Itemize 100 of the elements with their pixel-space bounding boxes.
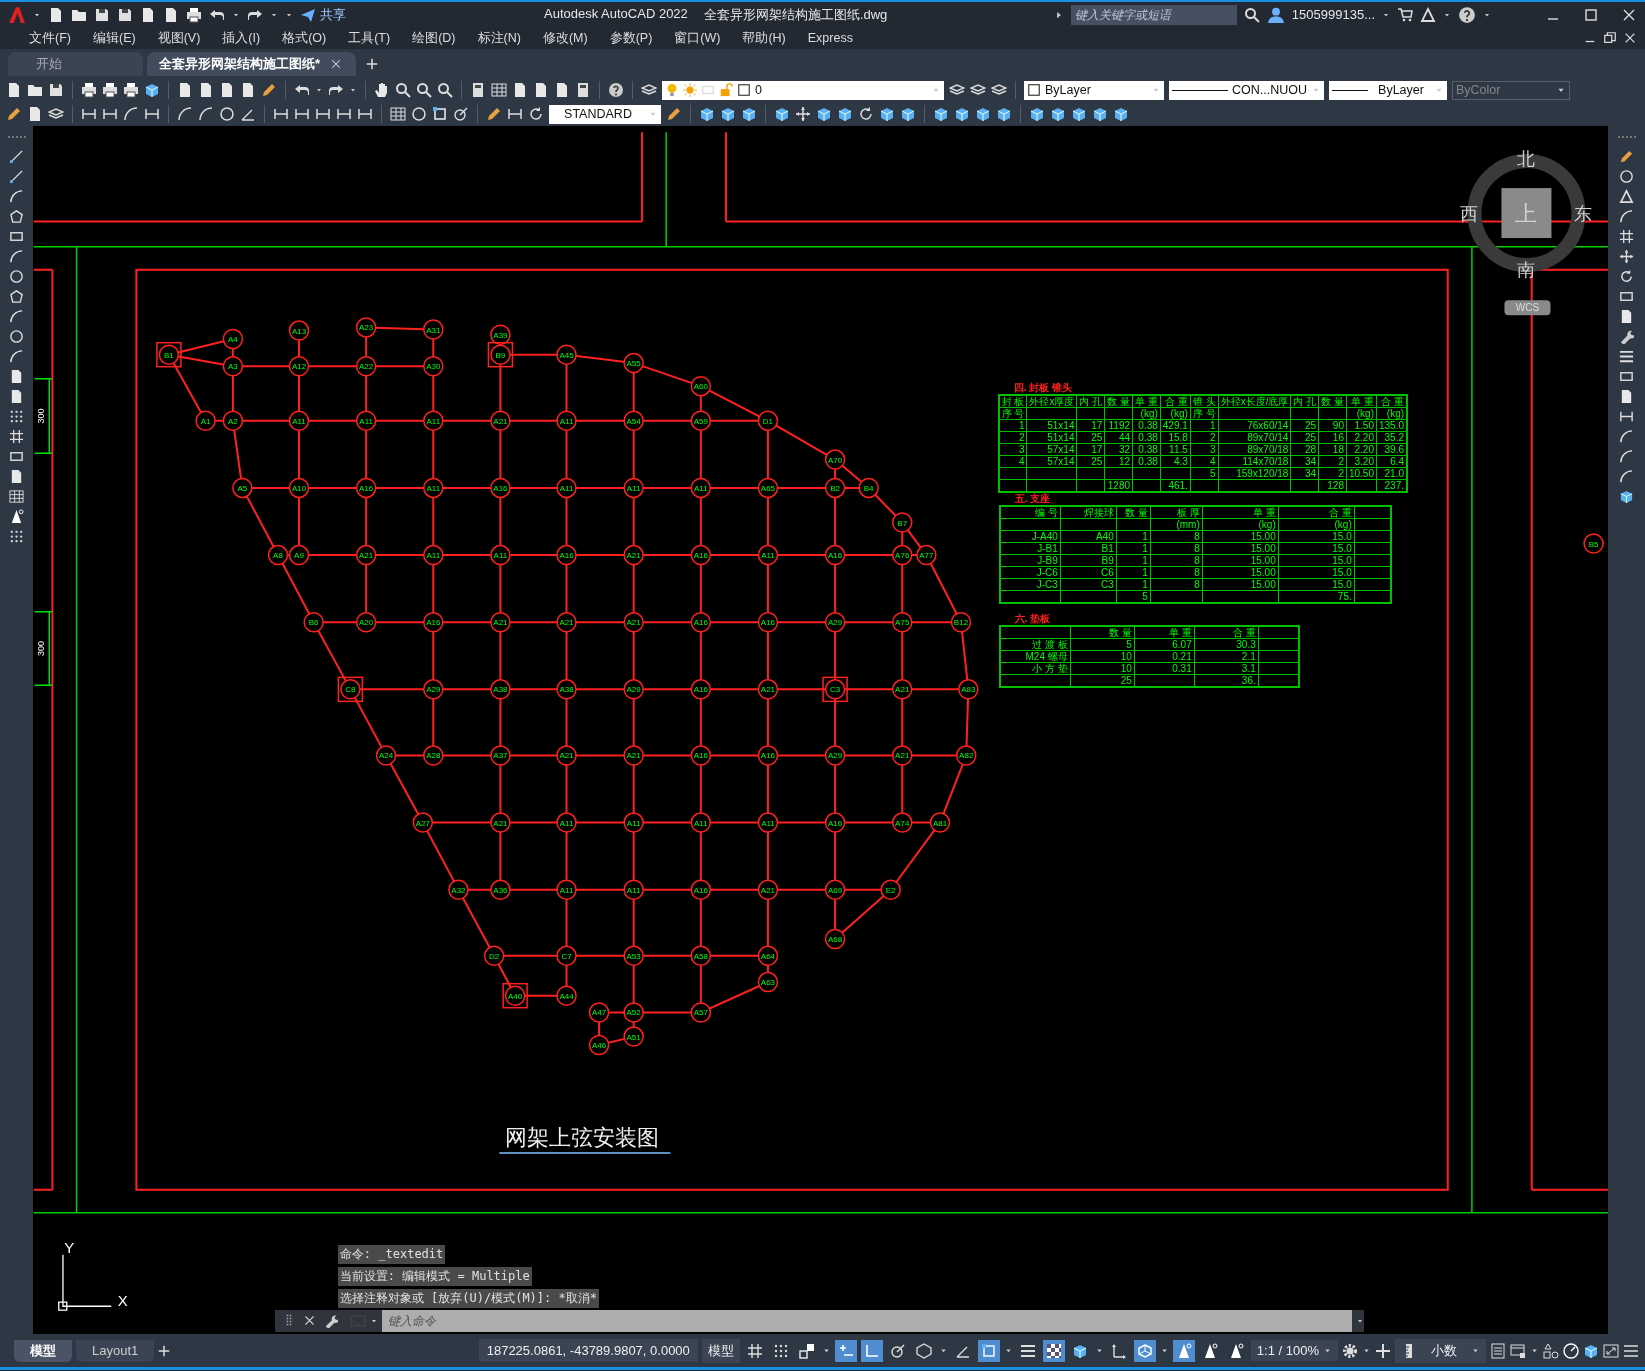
table-cell: 2.1 bbox=[1194, 650, 1259, 663]
table-cell: (kg) bbox=[1346, 407, 1377, 420]
table-cell: 8 bbox=[1150, 530, 1203, 543]
node-label: A52 bbox=[626, 1008, 641, 1018]
menu-item[interactable]: Express bbox=[796, 31, 864, 45]
node-label: A16 bbox=[559, 551, 574, 561]
document-tab[interactable]: 开始 bbox=[8, 52, 143, 76]
table-cell: 90 bbox=[1318, 419, 1347, 432]
table-cell: C6 bbox=[1060, 566, 1117, 579]
node-label: A38 bbox=[493, 685, 508, 695]
table-cell: 序 号 bbox=[1190, 407, 1219, 420]
table-cell: 8 bbox=[1150, 578, 1203, 591]
menu-item[interactable]: 绘图(D) bbox=[401, 29, 467, 47]
menu-item[interactable]: 标注(N) bbox=[466, 29, 532, 47]
node-label: A58 bbox=[693, 951, 708, 961]
table-cell: 429.1 bbox=[1160, 419, 1191, 432]
table-cell: 34 bbox=[1290, 467, 1319, 480]
table-cell: B1 bbox=[1060, 542, 1117, 555]
node-label: A27 bbox=[415, 818, 430, 828]
node-label: B9 bbox=[495, 350, 506, 360]
node-label: A68 bbox=[827, 935, 843, 945]
layer-dropdown[interactable]: 0 bbox=[662, 80, 944, 100]
node-label: A9 bbox=[294, 551, 304, 561]
menu-item[interactable]: 视图(V) bbox=[146, 29, 212, 47]
node-label: A55 bbox=[626, 359, 641, 369]
table-cell: 15.00 bbox=[1202, 566, 1279, 579]
node-label: A2 bbox=[228, 416, 238, 426]
node-label: A29 bbox=[426, 685, 441, 695]
node-label: A21 bbox=[626, 551, 641, 561]
lineweight-dropdown[interactable]: ByLayer bbox=[1329, 80, 1447, 100]
table-cell: 1 bbox=[998, 419, 1027, 432]
node-label: A21 bbox=[493, 818, 508, 828]
annotation-scale-button[interactable]: 1:1 / 100% bbox=[1250, 1340, 1338, 1361]
table-cell: 1 bbox=[1116, 542, 1151, 555]
table-cell: 89x70/18 bbox=[1218, 443, 1291, 456]
command-input[interactable]: 键入命令 bbox=[381, 1310, 1352, 1333]
table-cell: 数 量 bbox=[1318, 394, 1347, 408]
y-axis-label: Y bbox=[64, 1238, 75, 1256]
node-label: A39 bbox=[493, 330, 508, 340]
menu-item[interactable]: 插入(I) bbox=[211, 29, 272, 47]
table-cell: 2.20 bbox=[1346, 443, 1377, 456]
color-dropdown[interactable]: ByLayer bbox=[1024, 80, 1164, 100]
app-title: Autodesk AutoCAD 2022 bbox=[544, 5, 688, 23]
node-label: A16 bbox=[359, 483, 374, 493]
table-cell: 1 bbox=[1116, 578, 1151, 591]
table-title: 六. 垫板 bbox=[1014, 612, 1052, 625]
node-label: A16 bbox=[693, 751, 708, 761]
linetype-dropdown[interactable]: CON...NUOU bbox=[1169, 80, 1324, 100]
menu-item[interactable]: 编辑(E) bbox=[81, 29, 147, 47]
node-label: A76 bbox=[895, 551, 910, 561]
node-label: B7 bbox=[897, 518, 908, 528]
node-label: A1 bbox=[200, 416, 211, 426]
menu-item[interactable]: 工具(T) bbox=[337, 29, 402, 47]
node-label: A63 bbox=[760, 978, 776, 988]
table-cell: 单 重 bbox=[1346, 394, 1377, 408]
menu-item[interactable]: 帮助(H) bbox=[731, 29, 797, 47]
share-button[interactable]: 共享 bbox=[300, 5, 346, 24]
table-cell: 6.4 bbox=[1376, 455, 1408, 468]
menu-item[interactable]: 参数(P) bbox=[598, 29, 664, 47]
layout-tab[interactable]: Layout1 bbox=[76, 1339, 155, 1362]
node-label: A54 bbox=[626, 416, 641, 426]
node-label: A29 bbox=[626, 685, 641, 695]
node-label: C8 bbox=[345, 685, 356, 695]
node-label: A75 bbox=[895, 618, 910, 628]
table-cell: 过 渡 板 bbox=[999, 638, 1071, 651]
table-cell: 外径x长度/底厚 bbox=[1218, 394, 1291, 408]
table-cell: 15.8 bbox=[1160, 431, 1191, 444]
units-dropdown[interactable]: 小数 bbox=[1395, 1338, 1486, 1363]
layout-tab[interactable]: 模型 bbox=[14, 1339, 72, 1362]
menu-item[interactable]: 窗口(W) bbox=[663, 29, 732, 47]
node-label: A11 bbox=[626, 818, 641, 828]
compass-west[interactable]: 西 bbox=[1460, 204, 1479, 225]
node-label: A16 bbox=[426, 618, 441, 628]
table-cell: 数 量 bbox=[1104, 394, 1133, 408]
menu-item[interactable]: 格式(O) bbox=[271, 29, 338, 47]
document-tab[interactable]: 全套异形网架结构施工图纸* bbox=[147, 52, 357, 76]
table-cell: 16 bbox=[1318, 431, 1347, 444]
model-space-button[interactable]: 模型 bbox=[701, 1338, 740, 1363]
table-cell: 5 bbox=[1070, 638, 1135, 651]
search-field[interactable]: 键入关键字或短语 bbox=[1070, 4, 1237, 25]
table-cell: J-B9 bbox=[999, 554, 1061, 567]
table-cell: (kg) bbox=[1160, 407, 1191, 420]
compass-north[interactable]: 北 bbox=[1517, 149, 1536, 170]
menu-item[interactable]: 修改(M) bbox=[531, 29, 599, 47]
node-label: C7 bbox=[561, 951, 572, 961]
node-label: A57 bbox=[693, 1008, 708, 1018]
node-label: A83 bbox=[961, 685, 976, 695]
user-name[interactable]: 1505999135... bbox=[1291, 7, 1375, 22]
table-cell: 0.38 bbox=[1132, 419, 1161, 432]
node-label: A40 bbox=[508, 991, 523, 1001]
node-label: A21 bbox=[559, 751, 574, 761]
compass-east[interactable]: 东 bbox=[1574, 204, 1593, 225]
menu-item[interactable]: 文件(F) bbox=[18, 29, 82, 47]
text-style-dropdown[interactable]: STANDARD bbox=[549, 104, 661, 124]
table-cell: 合 重 bbox=[1160, 394, 1191, 408]
table-cell: 8 bbox=[1150, 554, 1203, 567]
table-cell: 25 bbox=[1290, 431, 1319, 444]
node-label: A3 bbox=[228, 362, 238, 372]
node-label: A45 bbox=[559, 350, 574, 360]
compass-south[interactable]: 南 bbox=[1517, 260, 1536, 281]
